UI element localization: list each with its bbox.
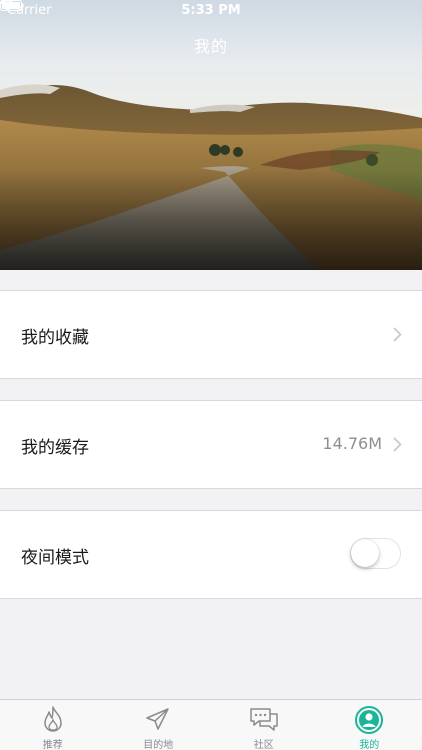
tab-destination[interactable]: 目的地 [106, 700, 212, 750]
tab-label: 目的地 [143, 740, 174, 750]
status-bar: Carrier 5:33 PM [0, 0, 422, 22]
tab-bar: 推荐 目的地 社区 我的 [0, 699, 422, 750]
night-mode-toggle[interactable] [350, 538, 401, 569]
tab-community[interactable]: 社区 [211, 700, 317, 750]
night-mode-label: 夜间模式 [21, 548, 89, 568]
chevron-right-icon [393, 437, 402, 452]
chevron-right-icon [393, 327, 402, 342]
favorites-label: 我的收藏 [21, 328, 89, 348]
cache-label: 我的缓存 [21, 438, 89, 458]
tab-recommend[interactable]: 推荐 [0, 700, 106, 750]
chat-bubbles-icon [250, 708, 278, 731]
status-time: 5:33 PM [181, 3, 241, 18]
tab-label: 社区 [253, 740, 274, 750]
tab-label: 我的 [359, 740, 380, 750]
header-banner: Carrier 5:33 PM 我的 [0, 0, 422, 270]
tab-mine[interactable]: 我的 [317, 700, 422, 750]
paper-plane-icon [146, 708, 169, 730]
favorites-row[interactable]: 我的收藏 [0, 290, 422, 379]
battery-icon [0, 0, 24, 11]
night-mode-row: 夜间模式 [0, 510, 422, 599]
flame-icon [44, 706, 62, 732]
toggle-knob [351, 539, 379, 567]
cache-size: 14.76M [322, 434, 382, 453]
profile-icon [355, 706, 384, 734]
tab-label: 推荐 [42, 740, 63, 750]
page-title: 我的 [193, 37, 228, 56]
cache-row[interactable]: 我的缓存 14.76M [0, 400, 422, 489]
profile-screen: Carrier 5:33 PM 我的 我的收藏 我的缓存 14.76M 夜间模式… [0, 0, 422, 750]
